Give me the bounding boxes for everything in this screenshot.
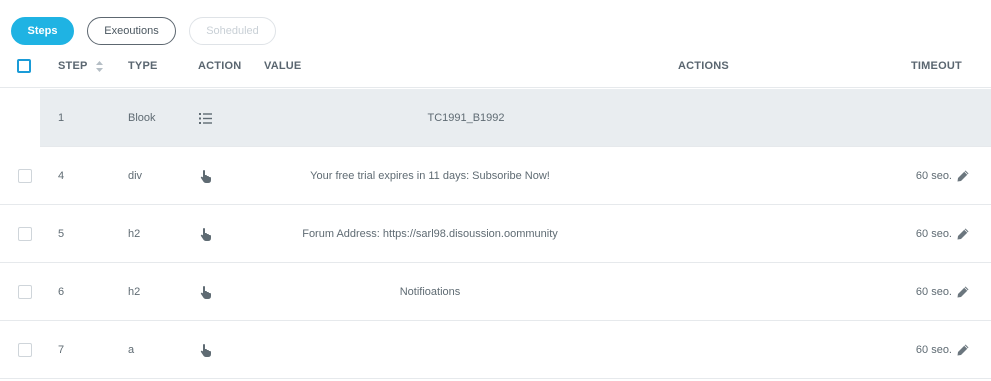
- select-all-checkbox[interactable]: [17, 59, 31, 73]
- pencil-icon[interactable]: [957, 344, 969, 356]
- timeout-value: 60 seo.: [915, 286, 952, 298]
- row-checkbox[interactable]: [18, 227, 32, 241]
- row-value: Forum Address: https://sarl98.disoussion…: [302, 228, 558, 240]
- hand-pointer-icon: [200, 147, 212, 205]
- row-timeout: 60 seo.: [916, 147, 969, 205]
- row-timeout: 60 seo.: [916, 205, 969, 263]
- pencil-icon[interactable]: [957, 286, 969, 298]
- hand-pointer-icon: [200, 205, 212, 263]
- sort-icon[interactable]: [95, 60, 103, 72]
- column-header-value: VALUE: [264, 60, 302, 72]
- column-header-action: ACTION: [198, 60, 242, 72]
- table-row[interactable]: 7 a 60 seo.: [0, 321, 991, 379]
- timeout-value: 60 seo.: [915, 344, 952, 356]
- hand-pointer-icon: [200, 263, 212, 321]
- row-type: h2: [128, 228, 141, 240]
- row-timeout: 60 seo.: [916, 321, 969, 379]
- table-row[interactable]: 5 h2 Forum Address: https://sarl98.disou…: [0, 205, 991, 263]
- row-checkbox[interactable]: [18, 285, 32, 299]
- row-type: div: [128, 170, 143, 182]
- row-checkbox[interactable]: [18, 169, 32, 183]
- table-header: STEP TYPE ACTION VALUE ACTIONS TIMEOUT: [0, 50, 991, 88]
- row-step: 6: [58, 286, 65, 298]
- timeout-value: 60 seo.: [915, 170, 952, 182]
- row-type: Blook: [128, 112, 156, 124]
- pencil-icon[interactable]: [957, 228, 969, 240]
- table-row[interactable]: 4 div Your free trial expires in 11 days…: [0, 147, 991, 205]
- table-row-block[interactable]: 1 Blook TC1991_B1992: [0, 89, 991, 147]
- row-value: TC1991_B1992: [427, 112, 505, 124]
- row-type: h2: [128, 286, 141, 298]
- hand-pointer-icon: [200, 321, 212, 379]
- table-row[interactable]: 6 h2 Notifioations 60 seo.: [0, 263, 991, 321]
- row-timeout: 60 seo.: [916, 263, 969, 321]
- column-header-timeout: TIMEOUT: [911, 60, 962, 72]
- row-value: Your free trial expires in 11 days: Subs…: [310, 170, 550, 182]
- row-step: 4: [58, 170, 65, 182]
- row-type: a: [128, 344, 135, 356]
- column-header-type: TYPE: [128, 60, 158, 72]
- row-step: 5: [58, 228, 65, 240]
- row-indent: [0, 89, 40, 147]
- row-value: Notifioations: [399, 286, 461, 298]
- row-step: 7: [58, 344, 65, 356]
- column-header-step[interactable]: STEP: [58, 50, 103, 82]
- tab-executions[interactable]: Exeoutions: [87, 17, 176, 45]
- pencil-icon[interactable]: [957, 170, 969, 182]
- row-step: 1: [58, 112, 65, 124]
- tab-steps[interactable]: Steps: [11, 17, 74, 45]
- tab-scheduled[interactable]: Soheduled: [189, 17, 276, 45]
- row-checkbox[interactable]: [18, 343, 32, 357]
- timeout-value: 60 seo.: [915, 228, 952, 240]
- row-value: [260, 321, 600, 379]
- column-header-actions: ACTIONS: [678, 60, 729, 72]
- list-icon: [199, 89, 212, 147]
